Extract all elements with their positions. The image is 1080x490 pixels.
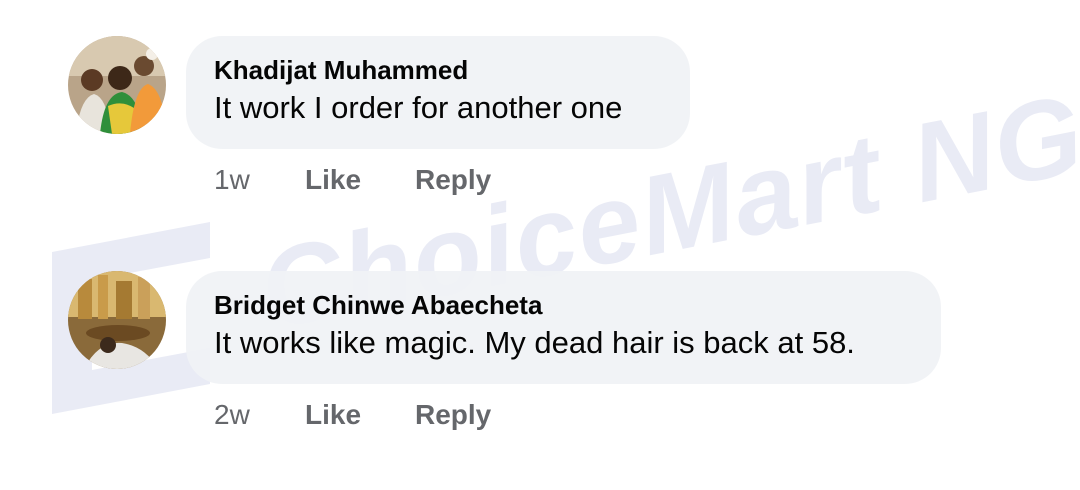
comment-text: It works like magic. My dead hair is bac… [214, 325, 855, 360]
comment-author[interactable]: Bridget Chinwe Abaecheta [214, 289, 913, 321]
avatar-photo-icon [68, 271, 166, 369]
comment-actions: 1w Like Reply [214, 164, 491, 196]
avatar-photo-icon [68, 36, 166, 134]
reply-button[interactable]: Reply [415, 164, 491, 196]
reply-button[interactable]: Reply [415, 399, 491, 431]
comment-timestamp[interactable]: 2w [214, 399, 305, 431]
comment-actions: 2w Like Reply [214, 399, 491, 431]
comment-author[interactable]: Khadijat Muhammed [214, 54, 662, 86]
like-button[interactable]: Like [305, 164, 415, 196]
comment-timestamp[interactable]: 1w [214, 164, 305, 196]
avatar[interactable] [68, 36, 166, 134]
avatar[interactable] [68, 271, 166, 369]
comment-bubble: Khadijat Muhammed It work I order for an… [186, 36, 690, 149]
comment-bubble: Bridget Chinwe Abaecheta It works like m… [186, 271, 941, 384]
like-button[interactable]: Like [305, 399, 415, 431]
comment-text: It work I order for another one [214, 90, 623, 125]
